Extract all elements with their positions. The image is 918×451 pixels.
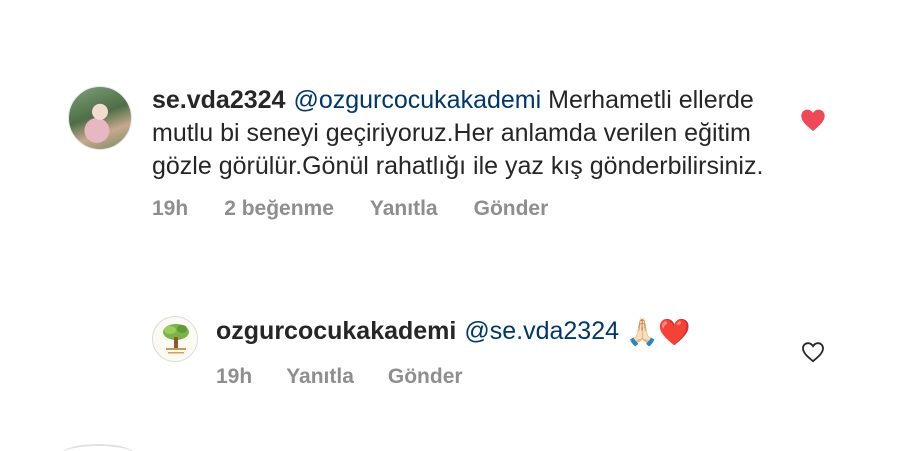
reply-time: 19h — [216, 365, 253, 388]
avatar[interactable] — [68, 86, 132, 150]
reply-mention[interactable]: @se.vda2324 — [464, 317, 619, 345]
comment-body: se.vda2324 @ozgurcocukakademi Merhametli … — [152, 84, 792, 221]
reply-avatar[interactable] — [152, 316, 198, 362]
heart-outline-icon[interactable] — [801, 341, 825, 363]
comment-meta: 19h 2 beğenme Yanıtla Gönder — [152, 197, 792, 221]
comment-username[interactable]: se.vda2324 — [152, 86, 285, 114]
reply-send-button[interactable]: Gönder — [388, 365, 463, 389]
comment-text-block: se.vda2324 @ozgurcocukakademi Merhametli … — [152, 84, 792, 183]
reply-reply-button[interactable]: Yanıtla — [286, 365, 354, 389]
reply-username[interactable]: ozgurcocukakademi — [216, 317, 456, 345]
reply-text-block: ozgurcocukakademi @se.vda2324 🙏🏻❤️ — [216, 314, 776, 349]
tree-logo-icon — [154, 318, 197, 361]
comment-mention[interactable]: @ozgurcocukakademi — [293, 86, 541, 114]
reply-button[interactable]: Yanıtla — [370, 197, 438, 221]
reply-body: ozgurcocukakademi @se.vda2324 🙏🏻❤️ 19h Ya… — [216, 314, 776, 389]
comments-panel: se.vda2324 @ozgurcocukakademi Merhametli … — [0, 0, 918, 451]
heart-filled-icon[interactable] — [800, 108, 826, 132]
next-comment-avatar — [62, 444, 134, 451]
reply-emojis: 🙏🏻❤️ — [625, 317, 691, 347]
comment-time: 19h — [152, 197, 189, 220]
send-button[interactable]: Gönder — [474, 197, 549, 221]
comment-likes[interactable]: 2 beğenme — [224, 197, 334, 221]
reply-meta: 19h Yanıtla Gönder — [216, 365, 776, 389]
